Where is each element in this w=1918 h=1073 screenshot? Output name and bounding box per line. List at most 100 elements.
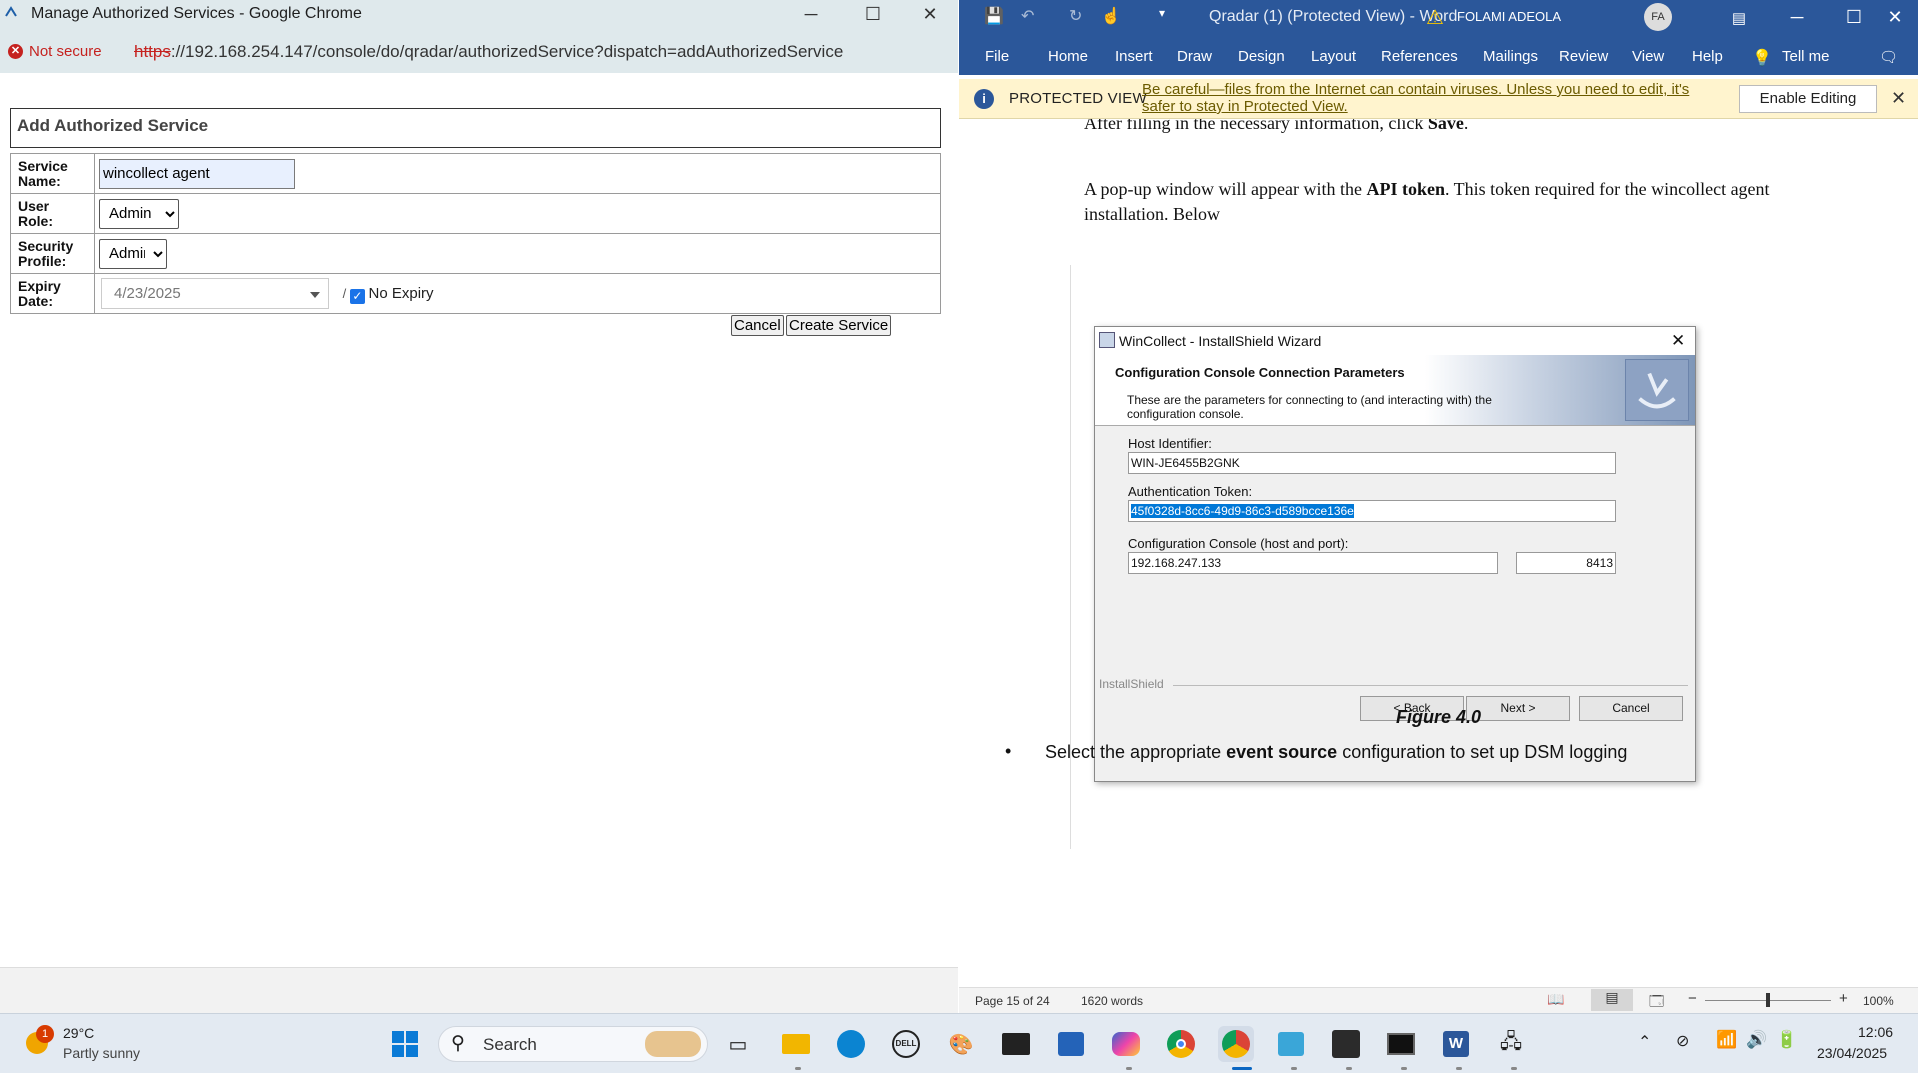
page-count[interactable]: Page 15 of 24 xyxy=(975,994,1050,1008)
start-button[interactable] xyxy=(387,1026,423,1062)
protected-view-message[interactable]: Be careful—files from the Internet can c… xyxy=(1142,81,1722,115)
console-host-field: 192.168.247.133 xyxy=(1128,552,1498,574)
volume-icon[interactable]: 🔊 xyxy=(1746,1030,1767,1050)
weather-desc[interactable]: Partly sunny xyxy=(63,1045,140,1061)
save-icon[interactable]: 💾 xyxy=(984,6,1004,26)
touch-mode-icon[interactable]: ☝ xyxy=(1101,6,1121,26)
text: configuration to set up DSM logging xyxy=(1337,742,1628,762)
edge-icon[interactable] xyxy=(833,1026,869,1062)
minimize-button[interactable]: ─ xyxy=(788,0,834,29)
page-title: Add Authorized Service xyxy=(10,108,941,148)
lightbulb-icon: 💡 xyxy=(1752,50,1772,67)
config-console-label: Configuration Console (host and port): xyxy=(1128,536,1349,551)
tab-references[interactable]: References xyxy=(1381,48,1458,65)
tab-design[interactable]: Design xyxy=(1238,48,1285,65)
weather-temp[interactable]: 29°C xyxy=(63,1025,94,1041)
tab-mailings[interactable]: Mailings xyxy=(1483,48,1538,65)
zoom-in-icon[interactable]: + xyxy=(1839,990,1848,1007)
installer-icon xyxy=(1099,332,1115,348)
tab-view[interactable]: View xyxy=(1632,48,1664,65)
chrome-profile-icon[interactable] xyxy=(1218,1026,1254,1062)
dialog-title: WinCollect - InstallShield Wizard xyxy=(1119,333,1322,349)
user-role-select[interactable]: Admin xyxy=(99,198,179,229)
security-chip[interactable]: ✕ Not secure xyxy=(8,40,102,62)
tab-review[interactable]: Review xyxy=(1559,48,1608,65)
enable-editing-button[interactable]: Enable Editing xyxy=(1739,85,1877,113)
visual-studio-icon[interactable] xyxy=(1273,1026,1309,1062)
figure-caption: Figure 4.0 xyxy=(1395,707,1482,727)
tab-insert[interactable]: Insert xyxy=(1115,48,1153,65)
maximize-button[interactable]: ☐ xyxy=(850,0,896,29)
zoom-out-icon[interactable]: − xyxy=(1688,990,1697,1007)
close-button[interactable]: ✕ xyxy=(1872,0,1918,35)
weather-badge: 1 xyxy=(36,1025,54,1043)
remote-desktop-icon[interactable]: 🖧 xyxy=(1493,1026,1529,1062)
expiry-date-picker[interactable]: 4/23/2025 xyxy=(101,278,329,309)
print-layout-icon[interactable]: ▤ xyxy=(1591,989,1633,1011)
taskbar: 1 29°C Partly sunny ⚲ Search ▭ DELL 🎨 W … xyxy=(0,1013,1918,1073)
ribbon-display-icon[interactable]: ▤ xyxy=(1716,0,1762,35)
address-bar[interactable]: ✕ Not secure https://192.168.254.147/con… xyxy=(0,29,958,73)
word-icon[interactable]: W xyxy=(1438,1026,1474,1062)
url-scheme: https xyxy=(134,42,171,61)
zoom-level[interactable]: 100% xyxy=(1863,994,1894,1008)
auth-token-label: Authentication Token: xyxy=(1128,484,1253,499)
paint-icon[interactable]: 🎨 xyxy=(943,1026,979,1062)
no-expiry-checkbox[interactable]: ✓ xyxy=(349,289,365,304)
cancel-button[interactable]: Cancel xyxy=(731,315,784,336)
minimize-button[interactable]: ─ xyxy=(1774,0,1820,35)
url-text[interactable]: https://192.168.254.147/console/do/qrada… xyxy=(134,42,843,62)
customize-toolbar-icon[interactable]: ▾ xyxy=(1159,6,1165,20)
read-mode-icon[interactable]: 📖 xyxy=(1547,991,1564,1008)
text: Select the appropriate xyxy=(1045,742,1227,762)
close-icon[interactable]: ✕ xyxy=(1891,88,1906,109)
store-icon[interactable] xyxy=(1053,1026,1089,1062)
command-prompt-icon[interactable] xyxy=(1383,1026,1419,1062)
tab-file[interactable]: File xyxy=(985,48,1009,65)
chrome-icon[interactable] xyxy=(1163,1026,1199,1062)
weather-widget[interactable]: 1 xyxy=(22,1025,56,1060)
word-count[interactable]: 1620 words xyxy=(1081,994,1143,1008)
status-bar: Page 15 of 24 1620 words 📖 ▤ 🗔 − + 100% xyxy=(959,987,1918,1013)
word-window-title: Qradar (1) (Protected View) - Word xyxy=(1209,8,1458,25)
service-name-input[interactable] xyxy=(99,158,295,189)
redo-icon[interactable]: ↻ xyxy=(1069,6,1082,26)
tab-layout[interactable]: Layout xyxy=(1311,48,1356,65)
tab-help[interactable]: Help xyxy=(1692,48,1723,65)
windows-icon xyxy=(392,1031,418,1057)
taskbar-search[interactable]: ⚲ Search xyxy=(438,1026,708,1062)
copilot-icon[interactable] xyxy=(1108,1026,1144,1062)
tab-home[interactable]: Home xyxy=(1048,48,1088,65)
bold-text: event source xyxy=(1226,742,1338,762)
tell-me-search[interactable]: Tell me xyxy=(1782,48,1830,65)
create-service-button[interactable]: Create Service xyxy=(786,315,892,336)
app-x64-icon[interactable] xyxy=(1328,1026,1364,1062)
task-view-icon[interactable]: ▭ xyxy=(720,1026,756,1062)
maximize-button[interactable]: ☐ xyxy=(1831,0,1877,35)
close-button[interactable]: ✕ xyxy=(907,0,953,29)
form-row-security-profile: Security Profile: Admin xyxy=(10,233,941,274)
auth-token-field: 45f0328d-8cc6-49d9-86c3-d589bcce136e xyxy=(1128,500,1616,522)
security-profile-select[interactable]: Admin xyxy=(99,238,167,269)
dell-icon[interactable]: DELL xyxy=(888,1026,924,1062)
zoom-slider-thumb[interactable] xyxy=(1766,993,1770,1007)
terminal-icon[interactable] xyxy=(998,1026,1034,1062)
comments-icon[interactable]: 🗨 xyxy=(1879,48,1898,66)
host-identifier-field: WIN-JE6455B2GNK xyxy=(1128,452,1616,474)
wifi-icon[interactable]: 📶 xyxy=(1716,1030,1737,1050)
avatar[interactable]: FA xyxy=(1644,3,1672,31)
network-off-icon[interactable]: ⊘ xyxy=(1676,1031,1689,1051)
file-explorer-icon[interactable] xyxy=(778,1026,814,1062)
clock-time[interactable]: 12:06 xyxy=(1858,1024,1893,1040)
clock-date[interactable]: 23/04/2025 xyxy=(1817,1045,1887,1061)
text: A pop-up window will appear with the xyxy=(1084,179,1367,199)
console-port-value: 8413 xyxy=(1586,556,1613,570)
web-layout-icon[interactable]: 🗔 xyxy=(1649,991,1664,1015)
expiry-separator: / xyxy=(342,286,347,301)
tab-draw[interactable]: Draw xyxy=(1177,48,1212,65)
chevron-up-icon[interactable]: ⌃ xyxy=(1638,1032,1651,1052)
undo-icon[interactable]: ↶ xyxy=(1021,6,1034,26)
not-secure-icon: ✕ xyxy=(8,43,23,59)
battery-icon[interactable]: 🔋 xyxy=(1776,1030,1797,1050)
console-host-value: 192.168.247.133 xyxy=(1131,556,1222,570)
